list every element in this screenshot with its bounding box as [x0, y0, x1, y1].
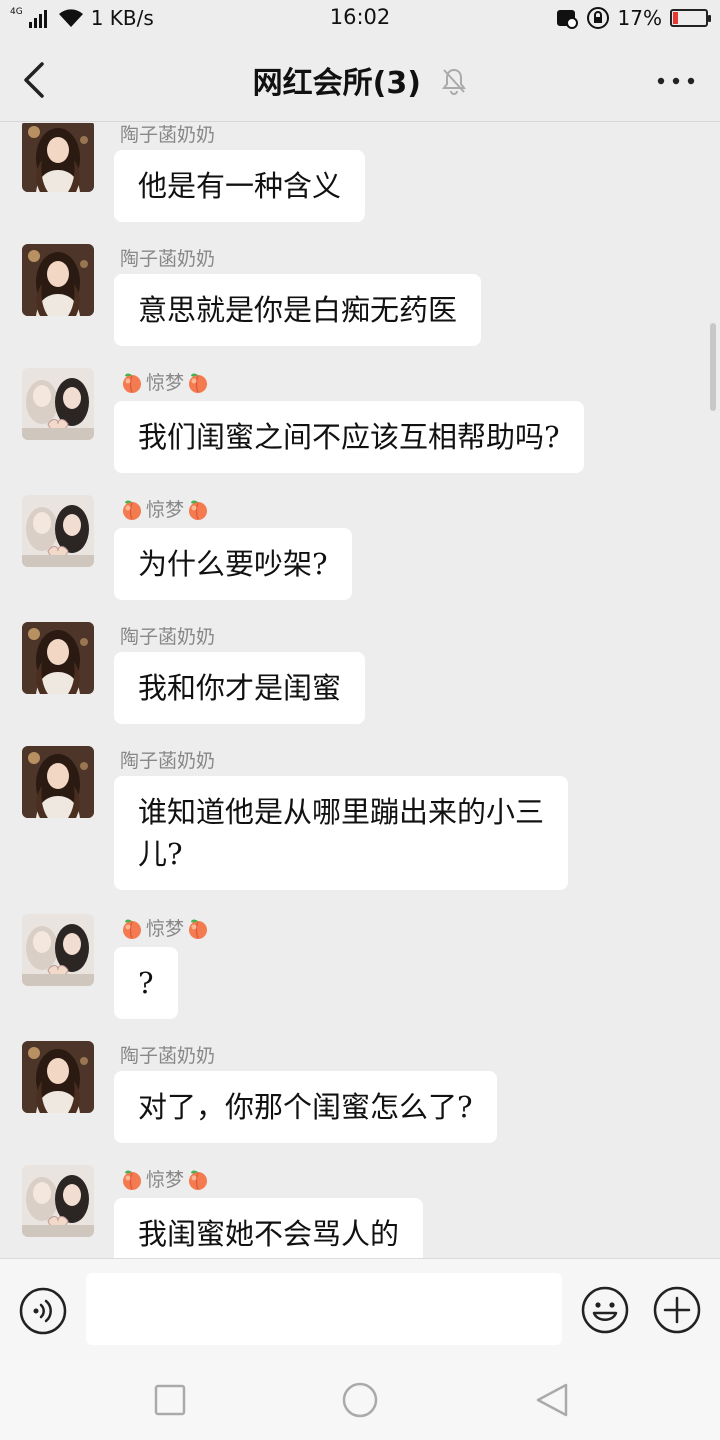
voice-icon	[19, 1287, 67, 1335]
message-bubble[interactable]: 我们闺蜜之间不应该互相帮助吗?	[114, 401, 584, 473]
triangle-back-icon	[536, 1383, 568, 1417]
more-horizontal-icon	[657, 77, 695, 85]
peach-icon	[188, 372, 208, 394]
square-icon	[154, 1384, 186, 1416]
peach-icon	[122, 918, 142, 940]
rotation-lock-icon	[586, 7, 609, 29]
plus-icon	[653, 1286, 701, 1334]
avatar[interactable]	[22, 622, 94, 694]
sender-name: 惊梦	[120, 914, 210, 941]
message-bubble[interactable]: 谁知道他是从哪里蹦出来的小三 儿?	[114, 776, 569, 890]
message-line: 谁知道他是从哪里蹦出来的小三	[138, 795, 545, 829]
battery-percent: 17%	[617, 6, 662, 30]
message-bubble[interactable]: 对了，你那个闺蜜怎么了?	[114, 1071, 497, 1143]
chat-header: 网红会所(3)	[0, 36, 720, 122]
chat-title: 网红会所(3)	[252, 66, 421, 101]
sender-name: 陶子菡奶奶	[120, 248, 216, 270]
system-nav-bar	[0, 1360, 720, 1440]
avatar[interactable]	[22, 1165, 94, 1237]
avatar[interactable]	[22, 368, 94, 440]
message-line: 儿?	[138, 837, 183, 871]
circle-icon	[342, 1382, 378, 1418]
sender-name: 惊梦	[120, 495, 210, 522]
bell-off-icon	[441, 67, 467, 103]
peach-icon	[188, 1169, 208, 1191]
avatar[interactable]	[22, 746, 94, 818]
peach-icon	[188, 499, 208, 521]
more-functions-button[interactable]	[652, 1285, 702, 1335]
battery-icon	[670, 9, 711, 27]
avatar[interactable]	[22, 495, 94, 567]
message-input[interactable]	[86, 1273, 562, 1345]
sender-name: 陶子菡奶奶	[120, 750, 216, 772]
message-bubble[interactable]: 意思就是你是白痴无药医	[114, 274, 482, 346]
sender-name: 惊梦	[120, 1165, 210, 1192]
emoji-button[interactable]	[580, 1285, 630, 1335]
sender-name: 陶子菡奶奶	[120, 124, 216, 146]
avatar[interactable]	[22, 123, 94, 192]
avatar[interactable]	[22, 914, 94, 986]
battery-level-fill	[673, 12, 678, 24]
message-bubble[interactable]: ?	[114, 947, 178, 1019]
more-button[interactable]	[654, 66, 698, 96]
message-bubble[interactable]: 为什么要吵架?	[114, 528, 352, 600]
status-bar: 4G 1 KB/s 16:02 17%	[0, 0, 720, 36]
avatar[interactable]	[22, 1041, 94, 1113]
input-bar	[0, 1258, 720, 1360]
home-button[interactable]	[340, 1380, 380, 1420]
peach-icon	[122, 1169, 142, 1191]
emoji-icon	[581, 1286, 629, 1334]
recents-button[interactable]	[150, 1380, 190, 1420]
avatar[interactable]	[22, 244, 94, 316]
peach-icon	[122, 499, 142, 521]
peach-icon	[122, 372, 142, 394]
sender-name: 陶子菡奶奶	[120, 1045, 216, 1067]
notification-icon	[556, 10, 578, 29]
sender-name: 惊梦	[120, 368, 210, 395]
scrollbar[interactable]	[710, 323, 716, 411]
voice-button[interactable]	[18, 1286, 68, 1336]
peach-icon	[188, 918, 208, 940]
message-bubble[interactable]: 我闺蜜她不会骂人的	[114, 1198, 424, 1258]
message-bubble[interactable]: 我和你才是闺蜜	[114, 652, 366, 724]
message-bubble[interactable]: 他是有一种含义	[114, 150, 366, 222]
chat-message-list[interactable]: 陶子菡奶奶 他是有一种含义 陶子菡奶奶 意思就是你是白痴无药医 惊梦 我们闺蜜之…	[0, 123, 720, 1258]
sender-name: 陶子菡奶奶	[120, 626, 216, 648]
system-back-button[interactable]	[532, 1380, 572, 1420]
